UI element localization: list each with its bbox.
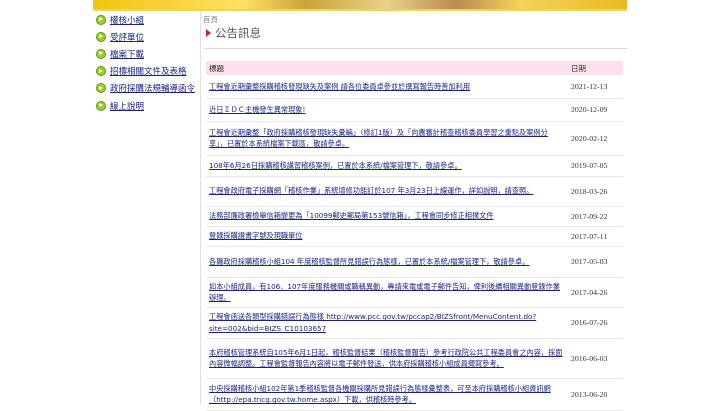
column-header-title: 標題: [206, 61, 568, 75]
table-row: 中央採購稽核小組102年第1季稽核監督各機關採購所見錯誤行為態樣彙整表，可至本府…: [206, 378, 623, 411]
row-date: 2020-12-09: [568, 98, 623, 122]
row-title-cell: 工程會近期彙整「政府採購稽核發現缺失彙編」（修訂1版）及「向農審計稽查稽核委員學…: [206, 121, 568, 156]
row-date: 2013-06-20: [568, 378, 623, 411]
sidebar-nav: 權核小組 受評單位 檔案下載 招標相關文件及表格 政府採購法規輔導函令 線上說明: [93, 11, 201, 405]
row-title-cell: 各縣政府採購稽核小組104 年度稽核監督所見錯誤行為態樣，已置於本系統/檔案管理…: [206, 246, 568, 278]
table-row: 法務部廉政署檢舉信箱變更為「10099郵史郵局第153號信箱」，工程會同步修正相…: [206, 206, 623, 227]
announcement-link[interactable]: 近日ＩＤＣ主機發生異常現象!: [209, 104, 565, 116]
announcement-table: 標題 日期 工程會近期彙整採購稽核發現缺失及案例 請各位委員卓參並於撰寫報告時善…: [206, 61, 623, 411]
arrow-bullet-icon: [96, 83, 106, 94]
announcement-link[interactable]: 中央採購稽核小組102年第1季稽核監督各機關採購所見錯誤行為態樣彙整表，可至本府…: [209, 383, 565, 406]
announcement-link[interactable]: 本府稽核管理系統自105年6月1日起，稽核監督結果（稽核監督報告）參考行政院公共…: [209, 347, 565, 370]
arrow-bullet-icon: [96, 66, 106, 77]
row-title-cell: 中央採購稽核小組102年第1季稽核監督各機關採購所見錯誤行為態樣彙整表，可至本府…: [206, 378, 568, 411]
row-date: 2020-02-12: [568, 121, 623, 156]
table-row: 各縣政府採購稽核小組104 年度稽核監督所見錯誤行為態樣，已置於本系統/檔案管理…: [206, 246, 623, 278]
divider: [203, 48, 627, 49]
sidebar-item-tender-docs[interactable]: 招標相關文件及表格: [93, 63, 200, 80]
row-title-cell: 本府稽核管理系統自105年6月1日起，稽核監督結果（稽核監督報告）參考行政院公共…: [206, 338, 568, 379]
sidebar-item-downloads[interactable]: 檔案下載: [93, 45, 200, 62]
sidebar-item-label[interactable]: 權核小組: [110, 14, 144, 26]
sidebar-item-audit-team[interactable]: 權核小組: [93, 11, 200, 28]
table-row: 工程會函送各類型採購錯誤行為態樣 http://www.pcc.gov.tw/p…: [206, 307, 623, 339]
row-date: 2016-06-03: [568, 338, 623, 379]
table-row: 近日ＩＤＣ主機發生異常現象! 2020-12-09: [206, 98, 623, 122]
sidebar-item-label[interactable]: 檔案下載: [110, 48, 144, 60]
row-title-cell: 如本小組成員，有106、107年度服務機關或職稱異動，專請來電或電子郵件告知，俾…: [206, 277, 568, 308]
announcement-link[interactable]: 各縣政府採購稽核小組104 年度稽核監督所見錯誤行為態樣，已置於本系統/檔案管理…: [209, 256, 565, 268]
header-banner: [93, 0, 627, 9]
announcement-link[interactable]: 登錄採購證書字號及現職單位: [209, 230, 565, 242]
announcement-link[interactable]: 工程會函送各類型採購錯誤行為態樣 http://www.pcc.gov.tw/p…: [209, 311, 565, 334]
arrow-bullet-icon: [96, 100, 106, 111]
arrow-right-icon: [206, 29, 211, 37]
row-title-cell: 近日ＩＤＣ主機發生異常現象!: [206, 98, 568, 122]
right-margin: [627, 0, 720, 405]
row-date: 2017-05-03: [568, 246, 623, 278]
sidebar-item-procurement-law[interactable]: 政府採購法規輔導函令: [93, 80, 200, 97]
table-header-row: 標題 日期: [206, 61, 623, 75]
announcement-link[interactable]: 工程會近期彙整採購稽核發現缺失及案例 請各位委員卓參並於撰寫報告時善加利用: [209, 81, 565, 93]
sidebar-item-label[interactable]: 政府採購法規輔導函令: [110, 82, 195, 94]
arrow-bullet-icon: [96, 14, 106, 25]
main-content: 首頁 公告訊息 標題 日期 工程會近期彙整採購稽核發現缺失及案例 請各位委員卓參…: [203, 14, 627, 411]
table-row: 登錄採購證書字號及現職單位 2017-07-11: [206, 226, 623, 247]
announcement-link[interactable]: 工程會近期彙整「政府採購稽核發現缺失彙編」（修訂1版）及「向農審計稽查稽核委員學…: [209, 127, 565, 150]
sidebar-item-label[interactable]: 受評單位: [110, 31, 144, 43]
row-date: 2018-03-26: [568, 176, 623, 207]
table-row: 108年6月26日採購稽核講習稽核案例，已置於本系統/檔案管理下，敬請參卓。 2…: [206, 155, 623, 177]
row-date: 2017-09-22: [568, 206, 623, 227]
row-title-cell: 登錄採購證書字號及現職單位: [206, 226, 568, 247]
arrow-bullet-icon: [96, 48, 106, 59]
table-row: 工程會近期彙整採購稽核發現缺失及案例 請各位委員卓參並於撰寫報告時善加利用 20…: [206, 75, 623, 99]
row-title-cell: 108年6月26日採購稽核講習稽核案例，已置於本系統/檔案管理下，敬請參卓。: [206, 155, 568, 177]
page-title-text: 公告訊息: [215, 26, 261, 40]
sidebar-item-label[interactable]: 線上說明: [110, 100, 144, 112]
announcement-link[interactable]: 工程會政府電子採購網「稽核作業」系統增修功能訂於107 年3月23日上線運作，詳…: [209, 185, 565, 197]
row-date: 2017-04-26: [568, 277, 623, 308]
sidebar-item-online-help[interactable]: 線上說明: [93, 97, 200, 114]
row-date: 2017-07-11: [568, 226, 623, 247]
row-date: 2016-07-26: [568, 307, 623, 339]
row-title-cell: 法務部廉政署檢舉信箱變更為「10099郵史郵局第153號信箱」，工程會同步修正相…: [206, 206, 568, 227]
announcement-link[interactable]: 108年6月26日採購稽核講習稽核案例，已置於本系統/檔案管理下，敬請參卓。: [209, 160, 565, 172]
row-date: 2019-07-05: [568, 155, 623, 177]
row-title-cell: 工程會近期彙整採購稽核發現缺失及案例 請各位委員卓參並於撰寫報告時善加利用: [206, 75, 568, 99]
table-row: 本府稽核管理系統自105年6月1日起，稽核監督結果（稽核監督報告）參考行政院公共…: [206, 338, 623, 379]
arrow-bullet-icon: [96, 31, 106, 42]
row-title-cell: 工程會函送各類型採購錯誤行為態樣 http://www.pcc.gov.tw/p…: [206, 307, 568, 339]
table-row: 如本小組成員，有106、107年度服務機關或職稱異動，專請來電或電子郵件告知，俾…: [206, 277, 623, 308]
sidebar-item-audited-units[interactable]: 受評單位: [93, 28, 200, 45]
table-row: 工程會近期彙整「政府採購稽核發現缺失彙編」（修訂1版）及「向農審計稽查稽核委員學…: [206, 121, 623, 156]
sidebar-item-label[interactable]: 招標相關文件及表格: [110, 65, 187, 77]
announcement-link[interactable]: 法務部廉政署檢舉信箱變更為「10099郵史郵局第153號信箱」，工程會同步修正相…: [209, 210, 565, 222]
column-header-date: 日期: [568, 61, 623, 75]
page-title: 公告訊息: [203, 24, 627, 42]
breadcrumb[interactable]: 首頁: [203, 14, 627, 24]
table-row: 工程會政府電子採購網「稽核作業」系統增修功能訂於107 年3月23日上線運作，詳…: [206, 176, 623, 207]
row-date: 2021-12-13: [568, 75, 623, 99]
row-title-cell: 工程會政府電子採購網「稽核作業」系統增修功能訂於107 年3月23日上線運作，詳…: [206, 176, 568, 207]
announcement-link[interactable]: 如本小組成員，有106、107年度服務機關或職稱異動，專請來電或電子郵件告知，俾…: [209, 281, 565, 304]
